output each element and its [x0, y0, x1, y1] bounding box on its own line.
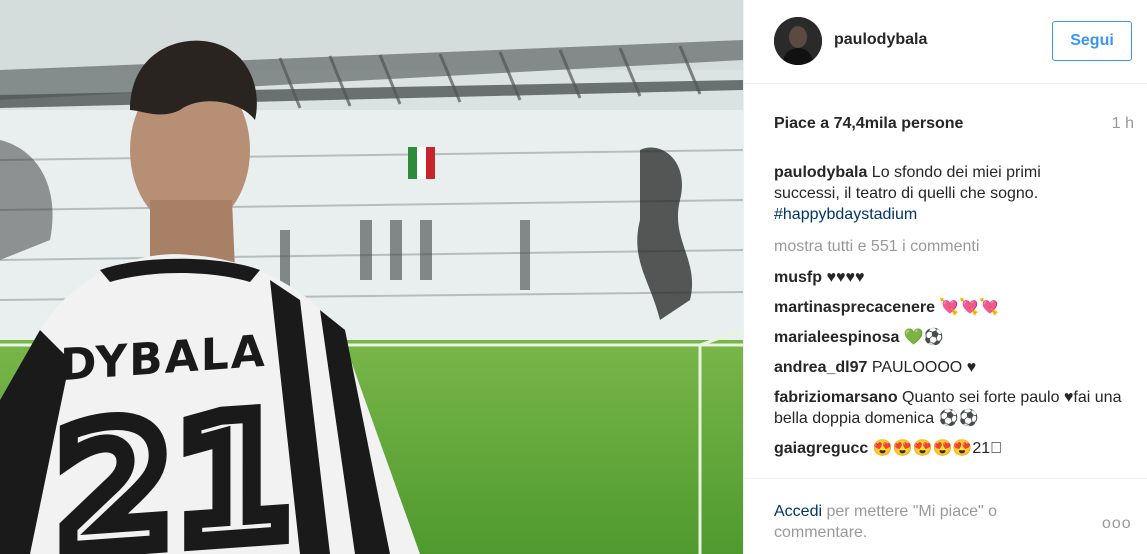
comment-username[interactable]: marialeespinosa [774, 329, 899, 346]
comment-username[interactable]: musfp [774, 269, 822, 286]
avatar[interactable] [774, 17, 822, 65]
profile-picture [774, 17, 822, 65]
login-prompt: Accedi per mettere "Mi piace" o commenta… [774, 501, 1054, 543]
jersey-number: 21 [46, 369, 301, 554]
comment-text: PAULOOOO ♥ [867, 359, 977, 376]
login-link[interactable]: Accedi [774, 503, 822, 520]
comment-text: 💚⚽ [899, 329, 944, 346]
comment-username[interactable]: fabriziomarsano [774, 389, 898, 406]
comment-item: musfp ♥♥♥♥ [774, 267, 1124, 288]
likes-count[interactable]: Piace a 74,4mila persone [774, 115, 963, 133]
post-header: paulodybala Segui [744, 0, 1147, 84]
comment-list: musfp ♥♥♥♥ martinasprecacenere 💘💘💘 maria… [774, 267, 1124, 468]
comment-text: 💘💘💘 [934, 299, 1000, 316]
comment-username[interactable]: martinasprecacenere [774, 299, 935, 316]
comment-username[interactable]: andrea_dl97 [774, 359, 867, 376]
post-photo[interactable]: DYBALA 21 [0, 0, 743, 554]
post-footer: Accedi per mettere "Mi piace" o commenta… [744, 478, 1147, 554]
caption-username[interactable]: paulodybala [774, 164, 867, 181]
comment-item: marialeespinosa 💚⚽ [774, 327, 1124, 348]
caption-hashtag[interactable]: #happybdaystadium [774, 206, 917, 223]
post-caption: paulodybala Lo sfondo dei miei primi suc… [774, 162, 1104, 225]
comment-item: andrea_dl97 PAULOOOO ♥ [774, 357, 1124, 378]
follow-button[interactable]: Segui [1052, 21, 1132, 61]
likes-row: Piace a 74,4mila persone 1 h [774, 115, 1134, 137]
comment-item: gaiagregucc 😍😍😍😍😍21⃣ [774, 438, 1124, 459]
show-all-comments-link[interactable]: mostra tutti e 551 i commenti [774, 238, 979, 256]
post-sidebar: paulodybala Segui Piace a 74,4mila perso… [743, 0, 1147, 554]
comment-item: fabriziomarsano Quanto sei forte paulo ♥… [774, 387, 1124, 429]
more-options-icon[interactable]: ooo [1102, 515, 1132, 533]
comment-item: martinasprecacenere 💘💘💘 [774, 297, 1124, 318]
post-username[interactable]: paulodybala [834, 31, 927, 49]
comment-username[interactable]: gaiagregucc [774, 440, 868, 457]
comment-text: ♥♥♥♥ [822, 269, 865, 286]
post-time[interactable]: 1 h [1112, 115, 1134, 133]
comment-text: 😍😍😍😍😍21⃣ [868, 440, 1003, 457]
